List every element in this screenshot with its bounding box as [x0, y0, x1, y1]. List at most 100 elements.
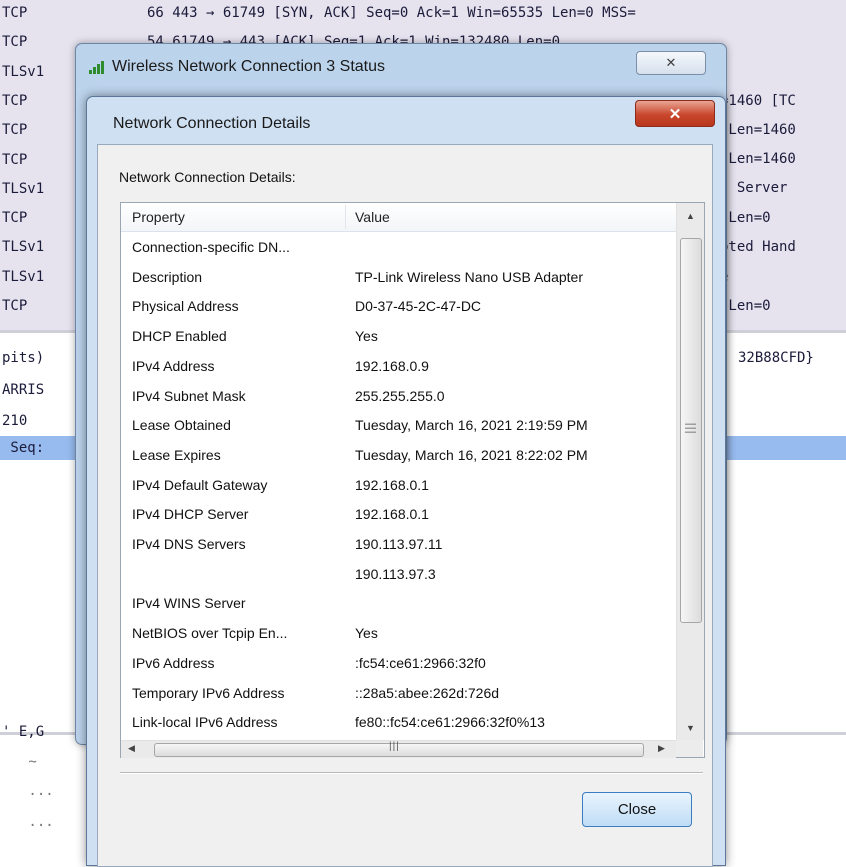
list-header: Property Value: [121, 203, 676, 232]
packet-info: =1460 [TC: [720, 93, 796, 109]
property-cell: Physical Address: [132, 298, 239, 315]
property-cell: Lease Expires: [132, 446, 221, 463]
bytes-line: ~: [20, 754, 37, 770]
property-cell: DHCP Enabled: [132, 328, 227, 345]
packet-protocol: TCP: [2, 298, 28, 314]
property-cell: Lease Obtained: [132, 417, 231, 434]
horizontal-scrollbar[interactable]: ◀ ||| ▶: [121, 740, 676, 758]
property-cell: Description: [132, 268, 203, 285]
property-cell: NetBIOS over Tcpip En...: [132, 625, 288, 642]
list-item[interactable]: Lease Obtained Tuesday, March 16, 2021 2:…: [121, 410, 676, 440]
column-header-value[interactable]: Value: [355, 203, 390, 231]
list-item[interactable]: IPv4 Default Gateway 192.168.0.1: [121, 470, 676, 500]
property-cell: IPv4 Subnet Mask: [132, 387, 246, 404]
list-item[interactable]: Link-local IPv6 Address fe80::fc54:ce61:2…: [121, 707, 676, 737]
list-item[interactable]: IPv6 Address:fc54:ce61:2966:32f0: [121, 648, 676, 678]
property-cell: IPv4 WINS Server: [132, 595, 246, 612]
close-button[interactable]: ✕: [636, 51, 706, 75]
value-cell: 190.113.97.11: [355, 536, 443, 552]
list-item[interactable]: Description TP-Link Wireless Nano USB Ada…: [121, 262, 676, 292]
packet-protocol: TLSv1: [2, 268, 45, 285]
value-cell: 190.113.97.3: [355, 565, 436, 582]
property-cell: Connection-specific DN...: [132, 239, 290, 255]
scroll-left-icon[interactable]: ◀: [128, 743, 135, 754]
value-cell: 192.168.0.1: [355, 506, 429, 523]
bytes-line: ...: [20, 783, 54, 799]
packet-info: , Server: [720, 180, 788, 196]
packet-protocol: TLSv1: [2, 239, 45, 256]
packet-info: Len=0: [720, 298, 771, 314]
column-header-property[interactable]: Property: [132, 203, 185, 231]
value-cell: :fc54:ce61:2966:32f0: [355, 654, 486, 671]
list-item[interactable]: DHCP Enabled Yes: [121, 321, 676, 351]
packet-protocol: TCP: [2, 5, 28, 21]
list-item[interactable]: IPv4 Subnet Mask 255.255.255.0: [121, 381, 676, 411]
value-cell: Yes: [355, 625, 378, 642]
scroll-thumb[interactable]: — — —: [680, 238, 702, 623]
grip-icon: — — —: [685, 418, 696, 438]
dialog-title: Network Connection Details: [113, 115, 311, 132]
scroll-corner: [676, 740, 703, 757]
packet-row[interactable]: TCP 66 443 → 61749 [SYN, ACK] Seq=0 Ack=1…: [0, 2, 846, 24]
property-cell: Temporary IPv6 Address: [132, 684, 285, 701]
value-cell: fe80::fc54:ce61:2966:32f0%13: [355, 714, 545, 731]
list-item[interactable]: IPv4 DNS Servers 190.113.97.11: [121, 529, 676, 559]
list-item[interactable]: Lease Expires Tuesday, March 16, 2021 8:2…: [121, 440, 676, 470]
wireless-signal-icon: [89, 61, 104, 74]
property-cell: IPv4 Address: [132, 357, 215, 374]
list-body: Connection-specific DN... Description TP-L…: [121, 232, 676, 740]
list-item[interactable]: IPv4 Address 192.168.0.9: [121, 351, 676, 381]
list-item[interactable]: IPv4 DHCP Server 192.168.0.1: [121, 499, 676, 529]
close-dialog-button[interactable]: Close: [582, 792, 692, 827]
scroll-thumb[interactable]: |||: [154, 741, 644, 757]
window-title: Wireless Network Connection 3 Status: [112, 58, 385, 75]
value-cell: 255.255.255.0: [355, 387, 445, 404]
section-label: Network Connection Details:: [119, 169, 296, 185]
packet-info: Len=1460: [720, 122, 796, 138]
close-icon: ✕: [665, 55, 677, 70]
property-cell: IPv4 Default Gateway: [132, 476, 268, 493]
list-item[interactable]: 190.113.97.3: [121, 559, 676, 589]
packet-protocol: TLSv1: [2, 63, 45, 80]
column-divider[interactable]: [345, 205, 346, 229]
packet-protocol: TCP: [2, 34, 28, 51]
packet-info: pted Hand: [720, 239, 796, 255]
vertical-scrollbar[interactable]: ▲ — — — ▼: [676, 203, 704, 740]
list-item[interactable]: NetBIOS over Tcpip En... Yes: [121, 618, 676, 648]
packet-protocol: TCP: [2, 92, 28, 109]
value-cell: D0-37-45-2C-47-DC: [355, 298, 482, 315]
close-icon: ✕: [668, 105, 682, 123]
packet-protocol: TLSv1: [2, 180, 45, 197]
detail-line: ARRIS: [2, 382, 45, 398]
packet-protocol: TCP: [2, 151, 28, 168]
network-details-dialog: Network Connection Details ✕ Network Con…: [86, 96, 726, 867]
close-button[interactable]: ✕: [635, 100, 715, 127]
list-item[interactable]: Physical Address D0-37-45-2C-47-DC: [121, 291, 676, 321]
scroll-up-icon[interactable]: ▲: [686, 211, 695, 221]
list-item[interactable]: Connection-specific DN...: [121, 232, 676, 262]
value-cell: ::28a5:abee:262d:726d: [355, 684, 500, 701]
packet-info: 66 443 → 61749 [SYN, ACK] Seq=0 Ack=1 Wi…: [147, 5, 636, 21]
list-item[interactable]: IPv4 WINS Server: [121, 588, 676, 618]
packet-info: Len=0: [720, 210, 771, 226]
detail-line: Seq:: [2, 440, 45, 456]
value-cell: TP-Link Wireless Nano USB Adapter: [355, 268, 583, 285]
property-cell: IPv4 DHCP Server: [132, 506, 249, 523]
value-cell: Yes: [355, 328, 378, 345]
property-cell: IPv4 DNS Servers: [132, 536, 246, 552]
separator: [120, 772, 703, 774]
value-cell: 192.168.0.9: [355, 357, 429, 374]
bytes-line: ' E,G: [2, 724, 45, 740]
details-list[interactable]: Property Value Connection-specific DN...…: [120, 202, 705, 758]
packet-info: Len=1460: [720, 151, 796, 167]
grip-icon: |||: [389, 741, 400, 752]
value-cell: Tuesday, March 16, 2021 2:19:59 PM: [355, 417, 588, 434]
list-item[interactable]: Temporary IPv6 Address::28a5:abee:262d:7…: [121, 678, 676, 708]
dialog-body: Network Connection Details: Property Val…: [97, 144, 713, 867]
scroll-right-icon[interactable]: ▶: [658, 743, 665, 754]
scroll-down-icon[interactable]: ▼: [686, 723, 695, 733]
detail-line: 210: [2, 413, 28, 429]
detail-line: pits): [2, 350, 45, 366]
property-cell: Link-local IPv6 Address: [132, 714, 278, 731]
detail-line: 32B88CFD}: [738, 350, 814, 366]
